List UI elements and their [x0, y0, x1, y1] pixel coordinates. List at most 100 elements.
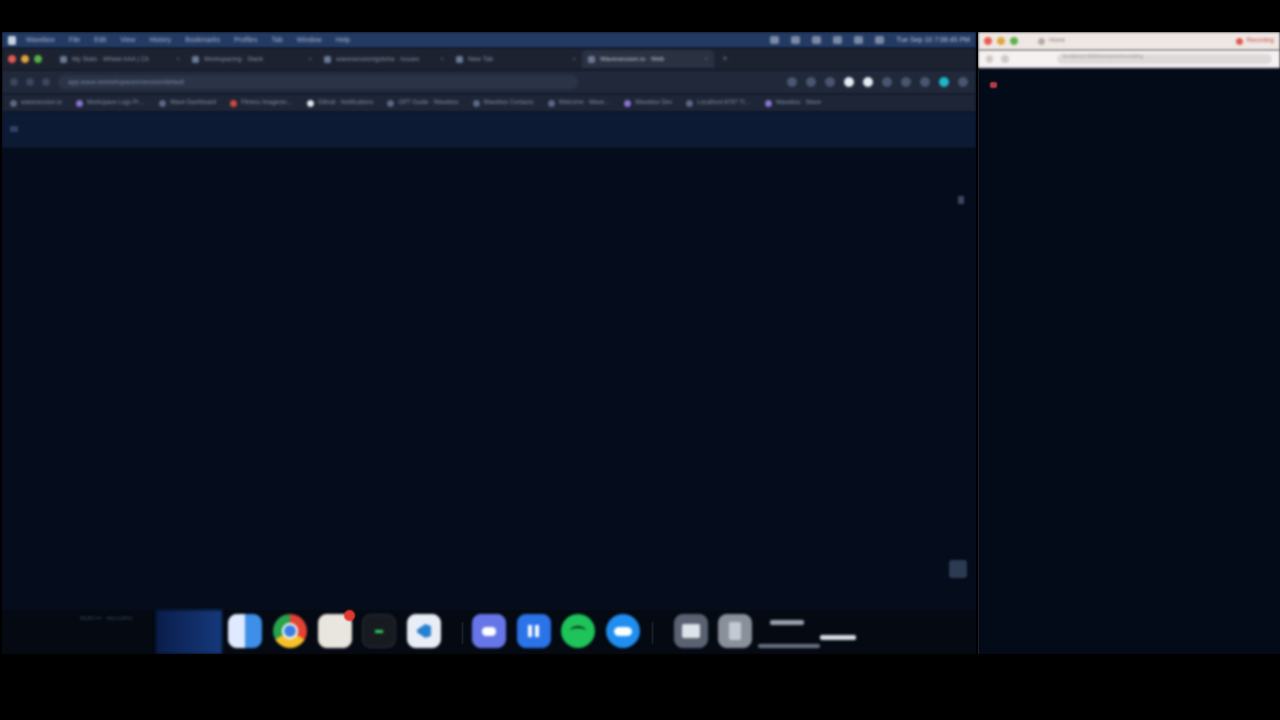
system-menubar: Wavebox File Edit View History Bookmarks…	[2, 32, 976, 48]
battery-icon[interactable]	[833, 36, 843, 44]
browser-menu-icon[interactable]	[958, 77, 968, 87]
control-center-icon[interactable]	[875, 36, 885, 44]
extension-icon[interactable]	[787, 77, 797, 87]
browser-tab[interactable]: wavesession/gotcha · Issues ×	[318, 50, 450, 68]
close-window-icon[interactable]	[8, 55, 16, 63]
forward-icon[interactable]	[26, 78, 34, 86]
folder-icon[interactable]	[674, 614, 708, 648]
bookmark-item[interactable]: Wavebox · Wave	[764, 99, 821, 107]
bookmark-item[interactable]: Wavebox Dev	[623, 99, 672, 107]
extension-icon[interactable]	[806, 77, 816, 87]
tab-favicon-icon	[588, 55, 595, 63]
bookmark-item[interactable]: Welcome · Wave…	[547, 99, 610, 107]
tab-label: My Stats · Wheel AAA | Cli	[72, 55, 149, 63]
browser-tab[interactable]: New Tab ×	[450, 50, 582, 68]
bookmark-label: Github · Notifications	[317, 100, 374, 106]
bookmark-favicon-icon	[306, 99, 314, 107]
extension-icon[interactable]	[901, 77, 911, 87]
bookmark-label: Wavebox · Wave	[775, 100, 821, 106]
reload-icon[interactable]	[42, 78, 50, 86]
address-bar[interactable]: localhost:3000/session/recording	[1056, 54, 1272, 64]
bookmark-item[interactable]: wavesession.io	[10, 99, 62, 107]
close-window-icon[interactable]	[984, 37, 992, 45]
status-icon[interactable]	[812, 36, 822, 44]
bookmark-item[interactable]: GPT Guide · Wavebox	[387, 99, 459, 107]
fullscreen-window-icon[interactable]	[34, 55, 42, 63]
tab-close-icon[interactable]: ×	[176, 56, 180, 63]
bookmark-favicon-icon	[764, 99, 772, 107]
extension-icon[interactable]	[920, 77, 930, 87]
bookmark-favicon-icon	[623, 99, 631, 107]
minimize-window-icon[interactable]	[21, 55, 29, 63]
bookmark-item[interactable]: Wavebox Contacts	[472, 99, 534, 107]
status-icon[interactable]	[791, 36, 801, 44]
cloud-app-icon[interactable]	[606, 614, 640, 648]
address-bar[interactable]: app.wave.io/workspaces/session/default	[58, 75, 578, 89]
back-icon[interactable]	[986, 55, 994, 63]
tab-close-icon[interactable]: ×	[308, 56, 312, 63]
bookmark-item[interactable]: Workspace Logs Pr…	[75, 99, 145, 107]
profile-avatar-icon[interactable]	[939, 77, 949, 87]
bookmark-item[interactable]: Fitness Imagesto…	[230, 99, 293, 107]
tab-favicon-icon	[324, 55, 331, 63]
spotify-icon[interactable]	[561, 614, 595, 648]
bookmark-label: Workspace Logs Pr…	[86, 100, 145, 106]
extensions-row	[787, 77, 968, 87]
app-store-icon[interactable]	[517, 614, 551, 648]
fullscreen-window-icon[interactable]	[1010, 37, 1018, 45]
browser-toolbar: app.wave.io/workspaces/session/default	[2, 70, 976, 94]
bookmark-item[interactable]: Localhost:8787 Tt…	[686, 99, 751, 107]
menu-window[interactable]: Window	[297, 37, 322, 44]
menu-view[interactable]: View	[120, 37, 135, 44]
bookmark-favicon-icon	[10, 99, 17, 107]
tab-favicon-icon	[192, 55, 199, 63]
extension-icon[interactable]	[863, 77, 873, 87]
secondary-browser-window: Home Recording localhost:3000/session/re…	[978, 32, 1280, 654]
menu-tab[interactable]: Tab	[271, 37, 282, 44]
finder-icon[interactable]	[228, 614, 262, 648]
minimize-window-icon[interactable]	[997, 37, 1005, 45]
menu-edit[interactable]: Edit	[94, 37, 106, 44]
record-icon	[1235, 37, 1243, 45]
recording-overlay-bar	[770, 620, 804, 625]
extension-icon[interactable]	[882, 77, 892, 87]
page-logo-icon[interactable]	[10, 126, 18, 132]
terminal-icon[interactable]	[362, 614, 396, 648]
secondary-tab-bar: Home Recording	[978, 32, 1280, 50]
menu-history[interactable]: History	[149, 37, 171, 44]
scroll-to-top-button[interactable]	[949, 560, 967, 578]
app-logo-icon[interactable]	[990, 82, 997, 88]
vscode-icon[interactable]	[407, 614, 441, 648]
trash-icon[interactable]	[718, 614, 752, 648]
discord-icon[interactable]	[472, 614, 506, 648]
tab-close-icon[interactable]: ×	[572, 56, 576, 63]
menu-help[interactable]: Help	[336, 37, 350, 44]
wifi-icon[interactable]	[854, 36, 864, 44]
tab-label: wavesession/gotcha · Issues	[336, 55, 420, 63]
tab-close-icon[interactable]: ×	[704, 56, 708, 63]
extension-icon[interactable]	[844, 77, 854, 87]
browser-tab[interactable]: Workspacing · Slack ×	[186, 50, 318, 68]
bookmark-label: wavesession.io	[21, 100, 62, 106]
menubar-clock[interactable]: Tue Sep 10 7:08:45 PM	[896, 37, 970, 44]
chrome-icon[interactable]	[273, 614, 307, 648]
tab-close-icon[interactable]: ×	[440, 56, 444, 63]
browser-tab-active[interactable]: Wavesession.io · Web ×	[582, 50, 714, 68]
menu-profiles[interactable]: Profiles	[234, 37, 257, 44]
menu-bookmarks[interactable]: Bookmarks	[185, 37, 220, 44]
menubar-status-area: Tue Sep 10 7:08:45 PM	[770, 36, 970, 44]
menu-app-name[interactable]: Wavebox	[26, 37, 55, 44]
new-tab-icon[interactable]: +	[722, 54, 728, 65]
extension-icon[interactable]	[825, 77, 835, 87]
back-icon[interactable]	[10, 78, 18, 86]
browser-tab[interactable]: My Stats · Wheel AAA | Cli ×	[54, 50, 186, 68]
browser-tab[interactable]: Home	[1038, 37, 1065, 45]
status-icon[interactable]	[770, 36, 780, 44]
browser-tab-recording[interactable]: Recording	[1235, 37, 1274, 45]
apple-menu-icon[interactable]	[8, 35, 16, 45]
menu-file[interactable]: File	[69, 37, 80, 44]
recording-overlay-bar	[820, 635, 856, 640]
bookmark-item[interactable]: Github · Notifications	[306, 99, 374, 107]
bookmark-item[interactable]: Wave Dashboard	[158, 99, 216, 107]
forward-icon[interactable]	[1001, 55, 1009, 63]
